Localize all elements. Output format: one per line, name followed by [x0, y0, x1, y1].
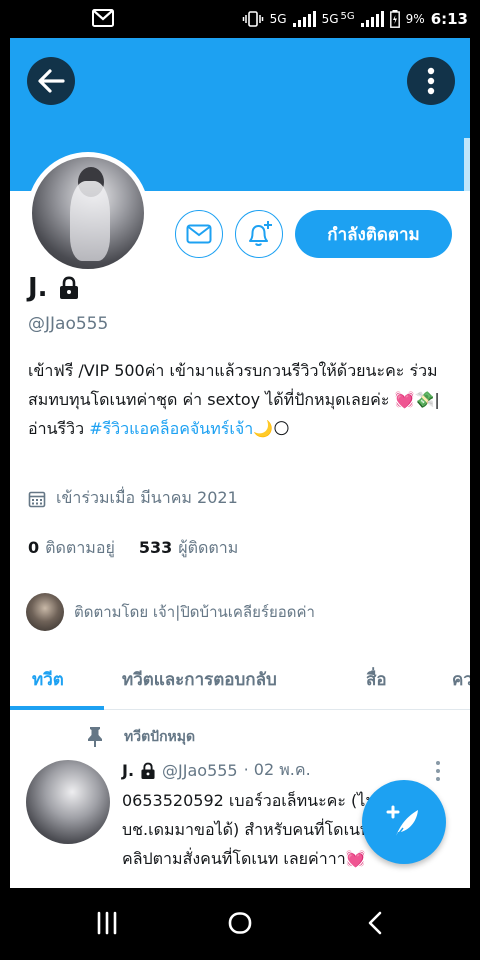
more-options-button[interactable] — [407, 57, 455, 105]
profile-avatar[interactable] — [27, 152, 149, 274]
tweet-author-name: J. — [122, 761, 135, 780]
pinned-label: ทวีตปักหมุด — [124, 729, 196, 745]
tab-media[interactable]: สื่อ — [366, 648, 387, 710]
profile-tabs: ทวีต ทวีตและการตอบกลับ สื่อ คว — [10, 648, 470, 710]
pin-icon — [88, 727, 102, 747]
tab-likes[interactable]: คว — [452, 648, 470, 710]
profile-bio: เข้าฟรี /VIP 500ค่า เข้ามาแล้วรบกวนรีวิว… — [28, 356, 456, 443]
following-stat[interactable]: 0 ติดตามอยู่ — [28, 536, 115, 561]
followers-label: ผู้ติดตาม — [178, 538, 239, 557]
followers-stat[interactable]: 533 ผู้ติดตาม — [139, 536, 238, 561]
follower-avatar — [26, 593, 64, 631]
bell-plus-icon — [249, 221, 272, 246]
clock: 6:13 — [430, 10, 468, 28]
network-label-1: 5G — [269, 12, 287, 26]
tweet-date: · 02 พ.ค. — [243, 760, 311, 779]
tweet-author-handle: @JJao555 — [162, 761, 238, 780]
banner-image-edge — [464, 138, 470, 191]
recent-apps-button[interactable] — [96, 910, 118, 936]
followers-count: 533 — [138, 538, 173, 557]
joined-text: เข้าร่วมเมื่อ มีนาคม 2021 — [56, 488, 238, 507]
arrow-left-icon — [38, 69, 65, 93]
bio-hashtag-link[interactable]: #รีวิวแอคล็อคจันทร์เจ้า — [89, 419, 253, 438]
lock-icon — [59, 276, 78, 299]
tab-tweets-replies[interactable]: ทวีตและการตอบกลับ — [122, 648, 277, 710]
profile-name: J. — [28, 273, 48, 303]
more-vertical-icon — [436, 761, 440, 781]
tweet-author-avatar[interactable] — [26, 760, 110, 844]
back-button[interactable] — [27, 57, 75, 105]
calendar-icon — [28, 491, 46, 507]
following-label: ติดตามอยู่ — [45, 538, 115, 557]
signal-icon — [292, 11, 316, 27]
android-nav-bar — [0, 888, 480, 960]
joined-date: เข้าร่วมเมื่อ มีนาคม 2021 — [28, 486, 238, 511]
bio-end: 🌙🌕 — [253, 419, 290, 438]
profile-screen: กำลังติดตาม J. @JJao555 เข้าฟรี /VIP 500… — [10, 38, 470, 888]
battery-icon — [389, 10, 400, 28]
following-count: 0 — [28, 538, 40, 557]
compose-tweet-button[interactable] — [362, 780, 446, 864]
active-tab-indicator — [10, 706, 104, 710]
status-bar: 5G 5G 5G 9% 6:13 — [0, 0, 480, 38]
network-label-2: 5G — [321, 12, 339, 26]
network-label-3: 5G — [340, 10, 355, 22]
home-button[interactable] — [228, 910, 252, 936]
vibrate-icon — [242, 11, 263, 27]
signal-icon-2 — [360, 11, 384, 27]
message-button[interactable] — [175, 210, 223, 258]
compose-feather-icon — [386, 805, 418, 838]
tweet-header: J. @JJao555 · 02 พ.ค. — [122, 758, 311, 783]
profile-handle: @JJao555 — [28, 314, 109, 334]
pinned-indicator: ทวีตปักหมุด — [86, 726, 195, 748]
profile-name-row: J. — [28, 273, 80, 303]
tab-tweets[interactable]: ทวีต — [32, 648, 64, 710]
envelope-icon — [186, 224, 212, 244]
notification-button[interactable] — [235, 210, 283, 258]
tweet-more-button[interactable] — [434, 760, 442, 786]
follow-stats: 0 ติดตามอยู่ 533 ผู้ติดตาม — [28, 536, 238, 561]
following-button[interactable]: กำลังติดตาม — [295, 210, 452, 258]
battery-percent: 9% — [405, 12, 425, 26]
followed-by-text: ติดตามโดย เจ้า|ปิดบ้านเคลียร์ยอดค่า — [74, 603, 315, 621]
lock-icon — [141, 762, 155, 779]
avatar-figure-body — [70, 181, 110, 261]
back-nav-button[interactable] — [366, 910, 384, 936]
followed-by-row[interactable]: ติดตามโดย เจ้า|ปิดบ้านเคลียร์ยอดค่า — [26, 593, 315, 631]
more-vertical-icon — [427, 67, 435, 95]
gmail-icon — [92, 9, 114, 27]
